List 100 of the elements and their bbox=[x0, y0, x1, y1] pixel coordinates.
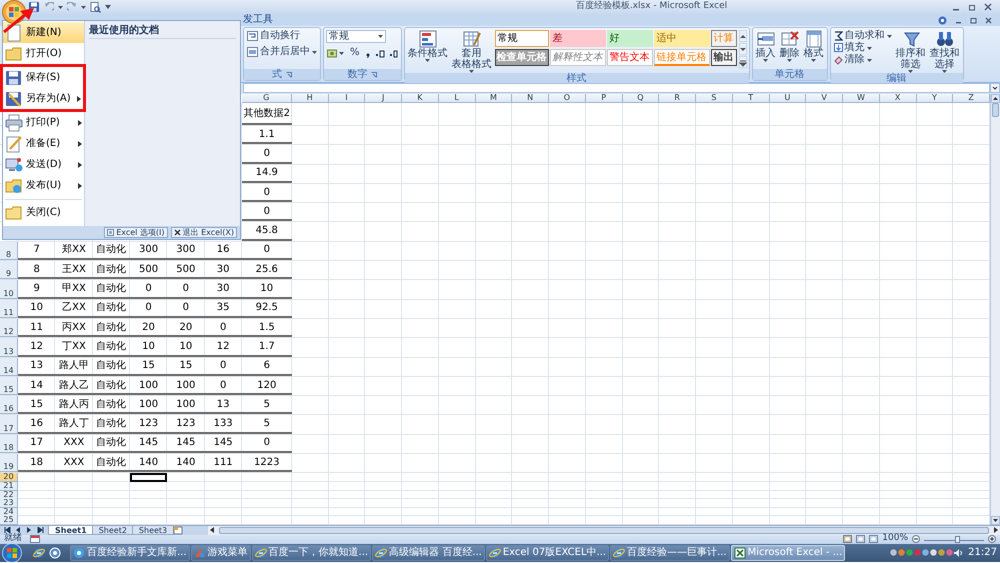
start-button-icon[interactable] bbox=[0, 544, 24, 562]
column-header[interactable]: I bbox=[328, 94, 366, 103]
merge-center-button[interactable]: 合并后居中 bbox=[246, 46, 318, 58]
menu-item[interactable]: 新建(N) bbox=[3, 22, 84, 43]
cell-style[interactable]: 适中 bbox=[654, 30, 710, 47]
increase-decimal-icon[interactable] bbox=[374, 48, 385, 58]
column-header[interactable]: M bbox=[476, 94, 512, 103]
column-header[interactable]: Y bbox=[916, 94, 954, 103]
scroll-right-icon[interactable] bbox=[992, 526, 1000, 534]
zoom-out-icon[interactable] bbox=[912, 535, 920, 544]
insert-button[interactable]: 插入 bbox=[754, 30, 777, 69]
options-button[interactable]: Excel 选项(I) bbox=[104, 227, 168, 238]
menu-item[interactable]: 准备(E) bbox=[3, 133, 84, 154]
row-header[interactable]: 19 bbox=[0, 454, 18, 472]
volume-icon[interactable] bbox=[954, 548, 964, 557]
normal-view-icon[interactable] bbox=[843, 535, 852, 544]
delete-button[interactable]: 删除 bbox=[778, 30, 801, 69]
column-header[interactable]: J bbox=[365, 94, 402, 103]
cell-style[interactable]: 常规 bbox=[494, 30, 549, 47]
taskbar-button[interactable]: 高级编辑器 百度经... bbox=[372, 544, 485, 561]
ribbon-tab[interactable]: 发工具 bbox=[243, 14, 273, 26]
column-header[interactable]: R bbox=[659, 94, 696, 103]
menu-item[interactable]: 打印(P) bbox=[3, 112, 84, 133]
column-header[interactable]: P bbox=[586, 94, 623, 103]
row-header[interactable]: 25 bbox=[0, 516, 18, 526]
column-header[interactable]: T bbox=[732, 94, 770, 103]
wrap-text-button[interactable]: 自动换行 bbox=[246, 30, 318, 42]
menu-item[interactable]: 发布(U) bbox=[3, 175, 84, 196]
column-header[interactable]: U bbox=[770, 94, 806, 103]
column-header[interactable]: Q bbox=[622, 94, 660, 103]
gallery-down-icon[interactable] bbox=[738, 43, 747, 55]
expand-formula-icon[interactable] bbox=[990, 83, 1000, 93]
row-header[interactable]: 10 bbox=[0, 280, 18, 299]
page-break-icon[interactable] bbox=[869, 535, 878, 544]
last-sheet-icon[interactable] bbox=[37, 527, 44, 534]
menu-item[interactable]: 打开(O) bbox=[3, 43, 84, 64]
cell-style[interactable]: 解释性文本 bbox=[550, 49, 606, 66]
office-button[interactable] bbox=[2, 0, 26, 24]
column-header[interactable]: L bbox=[438, 94, 476, 103]
print-preview-icon[interactable] bbox=[90, 2, 101, 12]
macro-record-icon[interactable] bbox=[30, 535, 40, 544]
column-header[interactable]: N bbox=[512, 94, 550, 103]
cell-style[interactable]: 警告文本 bbox=[606, 49, 653, 66]
customize-toolbar-icon[interactable] bbox=[105, 5, 111, 9]
row-header[interactable]: 12 bbox=[0, 318, 18, 338]
menu-item[interactable]: 保存(S) bbox=[3, 67, 83, 88]
app-icon[interactable] bbox=[49, 546, 61, 559]
cell-style[interactable]: 差 bbox=[550, 30, 606, 47]
scroll-thumb[interactable] bbox=[992, 103, 999, 117]
row-header[interactable]: 23 bbox=[0, 499, 18, 508]
page-layout-icon[interactable] bbox=[856, 535, 866, 544]
column-header[interactable]: Z bbox=[953, 94, 990, 103]
column-header[interactable]: W bbox=[843, 94, 880, 103]
format-as-table-button[interactable]: 套用 表格格式 bbox=[450, 30, 493, 73]
sort-filter-button[interactable]: 排序和 筛选 bbox=[894, 30, 927, 73]
conditional-format-button[interactable]: 条件格式 bbox=[406, 30, 449, 73]
column-header[interactable]: O bbox=[549, 94, 586, 103]
zoom-in-icon[interactable] bbox=[988, 535, 996, 544]
zoom-slider[interactable] bbox=[924, 534, 984, 541]
scroll-down-icon[interactable] bbox=[991, 516, 1000, 525]
fill-button[interactable]: 填充 bbox=[832, 42, 893, 54]
column-header[interactable]: V bbox=[806, 94, 844, 103]
row-header[interactable]: 11 bbox=[0, 300, 18, 318]
row-header[interactable]: 16 bbox=[0, 396, 18, 414]
cell-style[interactable]: 输出 bbox=[710, 49, 737, 66]
first-sheet-icon[interactable] bbox=[4, 527, 11, 534]
row-header[interactable]: 13 bbox=[0, 338, 18, 357]
menu-item[interactable]: 发送(D) bbox=[3, 154, 84, 175]
exit-button[interactable]: 退出 Excel(X) bbox=[170, 227, 237, 238]
autosum-button[interactable]: 自动求和 bbox=[832, 30, 893, 42]
column-header[interactable]: G bbox=[242, 94, 292, 103]
dialog-launcher-icon[interactable] bbox=[286, 72, 292, 78]
menu-item[interactable]: 另存为(A) bbox=[3, 88, 83, 109]
globe-icon[interactable] bbox=[33, 546, 45, 559]
format-button[interactable]: 格式 bbox=[802, 30, 825, 69]
taskbar-button[interactable]: 百度一下，你就知道... bbox=[252, 544, 372, 561]
clear-button[interactable]: 清除 bbox=[832, 54, 893, 66]
taskbar-button[interactable]: Excel 07版EXCEL中... bbox=[486, 544, 610, 561]
close-icon[interactable] bbox=[984, 3, 992, 11]
taskbar-button[interactable]: 百度经验新手文库新... bbox=[70, 544, 190, 561]
row-header[interactable]: 20 bbox=[0, 473, 18, 482]
row-header[interactable]: 18 bbox=[0, 434, 18, 454]
sheet-tab[interactable]: Sheet3 bbox=[132, 526, 174, 535]
row-header[interactable]: 15 bbox=[0, 376, 18, 396]
percent-button[interactable]: % bbox=[349, 47, 361, 59]
row-header[interactable]: 17 bbox=[0, 415, 18, 434]
active-cell[interactable] bbox=[130, 473, 168, 482]
menu-item[interactable]: 关闭(C) bbox=[3, 202, 84, 223]
gallery-more-icon[interactable] bbox=[738, 56, 747, 68]
dialog-launcher-icon[interactable] bbox=[371, 72, 378, 78]
column-header[interactable]: S bbox=[696, 94, 733, 103]
insert-sheet-icon[interactable] bbox=[172, 526, 184, 535]
column-header[interactable]: K bbox=[402, 94, 439, 103]
help-icon[interactable] bbox=[938, 16, 947, 24]
sheet-tab[interactable]: Sheet1 bbox=[48, 526, 94, 535]
column-header[interactable]: H bbox=[292, 94, 329, 103]
row-header[interactable]: 9 bbox=[0, 261, 18, 280]
scroll-up-icon[interactable] bbox=[991, 94, 1000, 103]
column-header[interactable]: X bbox=[880, 94, 917, 103]
decrease-decimal-icon[interactable] bbox=[388, 48, 399, 58]
